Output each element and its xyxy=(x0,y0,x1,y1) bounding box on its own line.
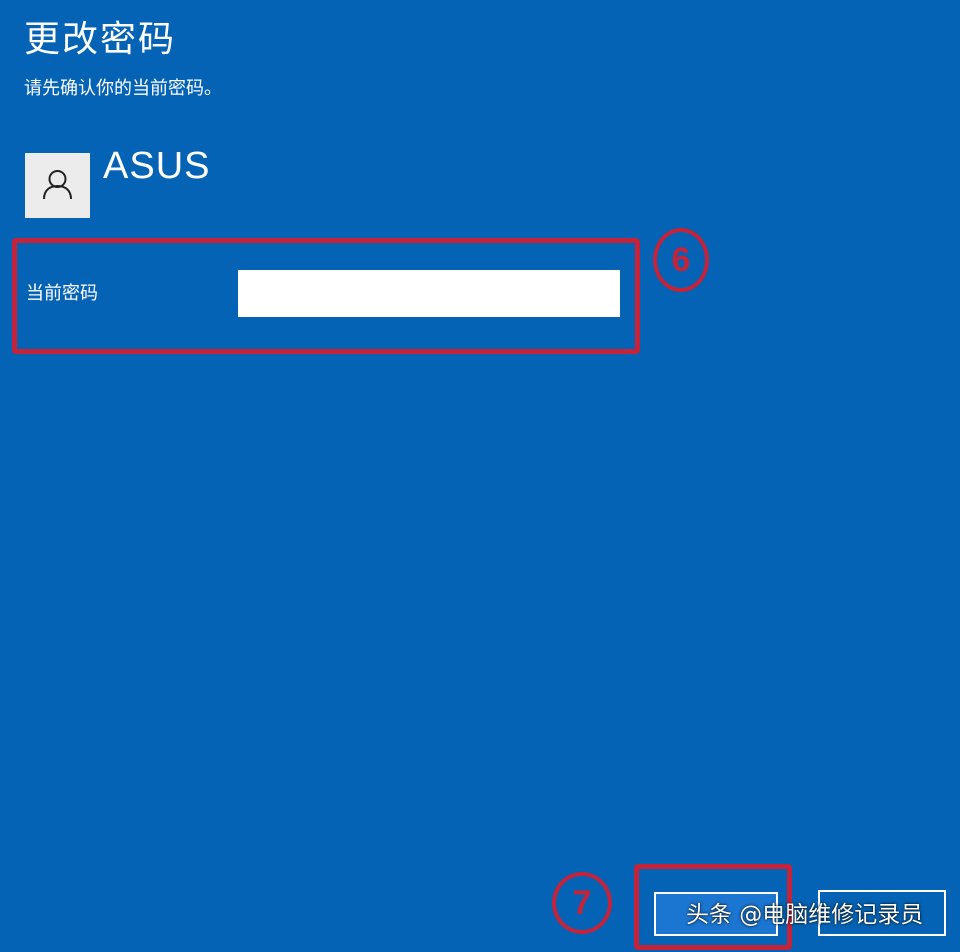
annotation-step-6: 6 xyxy=(653,228,709,292)
annotation-step-7: 7 xyxy=(552,872,612,934)
page-subtitle: 请先确认你的当前密码。 xyxy=(24,78,222,99)
annotation-box-password xyxy=(12,238,640,354)
watermark: 头条 @电脑维修记录员 xyxy=(686,902,924,928)
user-icon xyxy=(43,170,72,200)
account-name: ASUS xyxy=(103,145,211,187)
page-title: 更改密码 xyxy=(24,19,177,60)
avatar xyxy=(25,153,90,218)
change-password-dialog: 更改密码 请先确认你的当前密码。 ASUS 当前密码 6 7 头条 @电脑维修记… xyxy=(0,0,960,952)
